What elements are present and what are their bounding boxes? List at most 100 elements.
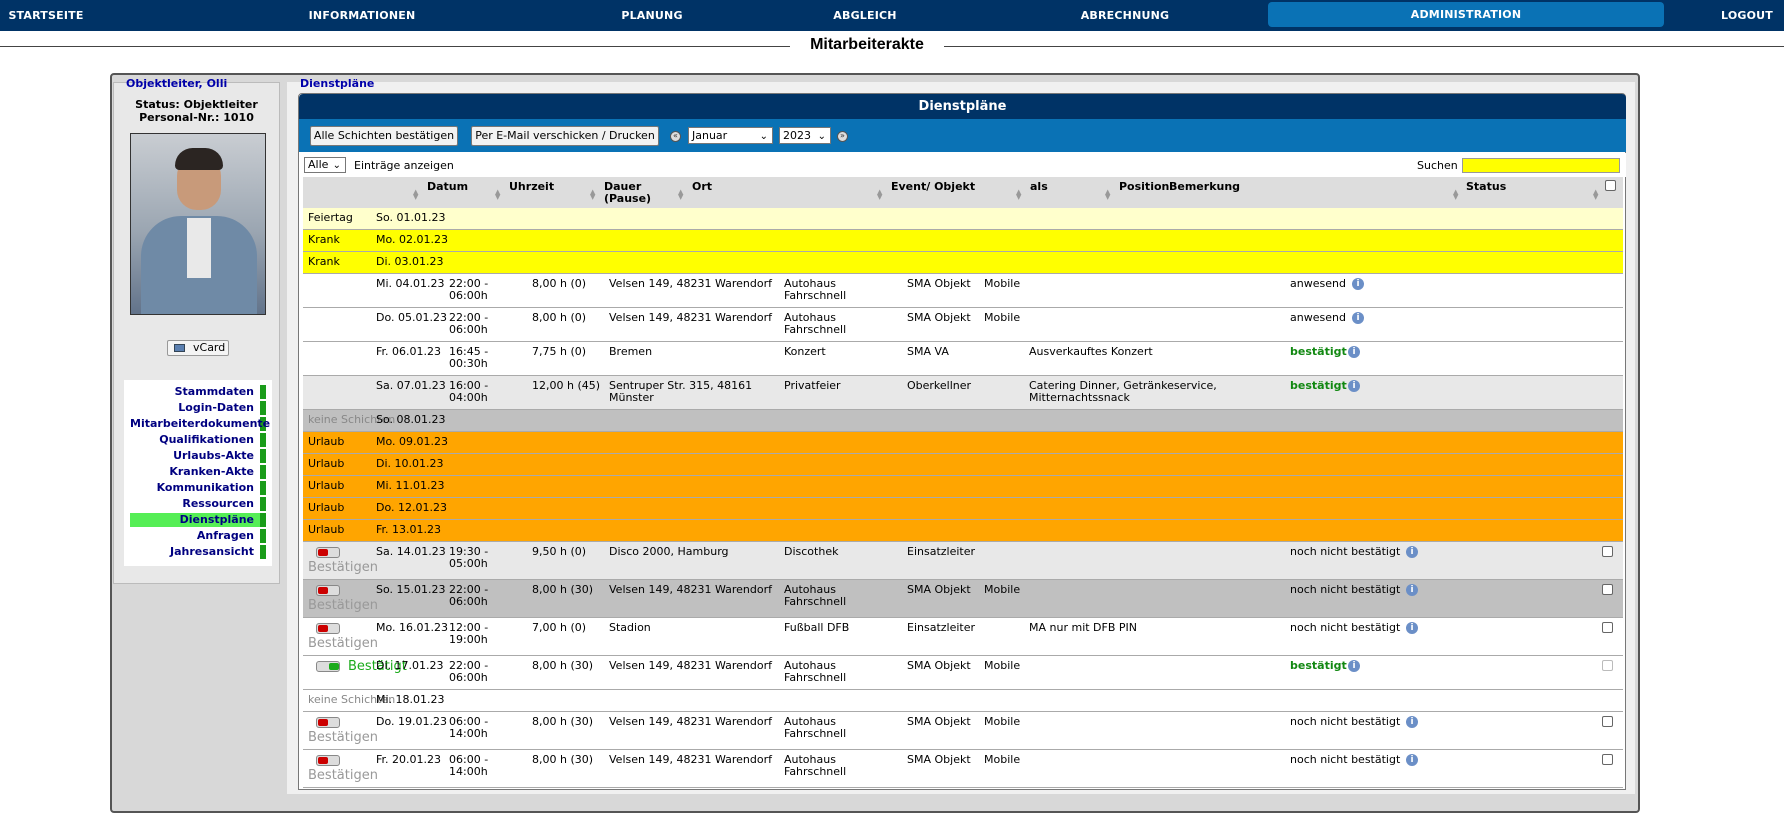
row-datum: So. 01.01.23 bbox=[376, 211, 446, 224]
row-dauer: 8,00 h (30) bbox=[532, 753, 594, 766]
row-datum: Fr. 13.01.23 bbox=[376, 523, 442, 536]
row-position: Mobile bbox=[984, 277, 1021, 290]
confirm-all-button[interactable]: Alle Schichten bestätigen bbox=[310, 126, 458, 146]
nav-abgleich[interactable]: ABGLEICH bbox=[820, 0, 910, 31]
prev-month-icon[interactable]: « bbox=[670, 131, 681, 142]
row-datum: Sa. 14.01.23 bbox=[376, 545, 446, 558]
nav-logout[interactable]: LOGOUT bbox=[1710, 0, 1784, 31]
row-ort: Stadion bbox=[609, 621, 651, 634]
row-uhrzeit: 00:30h bbox=[449, 357, 488, 370]
row-datum: So. 15.01.23 bbox=[376, 583, 446, 596]
vcard-button[interactable]: vCard bbox=[167, 340, 229, 356]
select-all-checkbox[interactable] bbox=[1605, 180, 1616, 191]
menu-stammdaten[interactable]: Stammdaten bbox=[130, 385, 266, 399]
table-row: Bestätigen Fr. 20.01.23 06:00 -14:00h 8,00 … bbox=[303, 750, 1623, 788]
menu-mitarbeiterdokumente[interactable]: Mitarbeiterdokumente bbox=[130, 417, 270, 431]
confirm-toggle[interactable] bbox=[316, 717, 340, 728]
col-status[interactable]: Status bbox=[1466, 181, 1506, 193]
row-checkbox[interactable] bbox=[1602, 622, 1613, 633]
row-datum: Mo. 02.01.23 bbox=[376, 233, 449, 246]
info-icon[interactable]: i bbox=[1348, 660, 1360, 672]
confirm-toggle[interactable] bbox=[316, 755, 340, 766]
menu-login-daten[interactable]: Login-Daten bbox=[130, 401, 266, 415]
info-icon[interactable]: i bbox=[1406, 546, 1418, 558]
confirm-toggle-label[interactable]: Bestätigen bbox=[308, 636, 378, 651]
info-icon[interactable]: i bbox=[1406, 716, 1418, 728]
col-position[interactable]: Position bbox=[1119, 181, 1169, 193]
nav-startseite[interactable]: STARTSEITE bbox=[0, 0, 92, 31]
col-ort[interactable]: Ort bbox=[692, 181, 712, 193]
row-uhrzeit: 19:00h bbox=[449, 633, 488, 646]
info-icon[interactable]: i bbox=[1406, 622, 1418, 634]
menu-kommunikation[interactable]: Kommunikation bbox=[130, 481, 266, 495]
confirm-toggle-label[interactable]: Bestätigen bbox=[308, 598, 378, 613]
col-event[interactable]: Event/ Objekt bbox=[891, 181, 975, 193]
vcard-icon bbox=[174, 344, 185, 352]
search-input[interactable] bbox=[1462, 158, 1620, 173]
confirm-toggle-label[interactable]: Bestätigen bbox=[308, 768, 378, 783]
row-datum: Fr. 20.01.23 bbox=[376, 753, 442, 766]
menu-ressourcen[interactable]: Ressourcen bbox=[130, 497, 266, 511]
row-checkbox[interactable] bbox=[1602, 660, 1613, 671]
col-bemerkung[interactable]: Bemerkung bbox=[1169, 181, 1240, 193]
row-uhrzeit: 06:00h bbox=[449, 289, 488, 302]
page-header: Mitarbeiterakte bbox=[0, 31, 1784, 61]
next-month-icon[interactable]: » bbox=[837, 131, 848, 142]
row-checkbox[interactable] bbox=[1602, 716, 1613, 727]
confirm-toggle-label[interactable]: Bestätigen bbox=[308, 560, 378, 575]
confirm-toggle[interactable] bbox=[316, 623, 340, 634]
col-dauer[interactable]: Dauer (Pause) bbox=[604, 181, 651, 205]
col-uhrzeit[interactable]: Uhrzeit bbox=[509, 181, 554, 193]
table-row: Urlaub Di. 10.01.23 bbox=[303, 454, 1623, 476]
col-datum[interactable]: Datum bbox=[427, 181, 468, 193]
row-status: anwesend bbox=[1290, 277, 1346, 290]
confirm-toggle-label[interactable]: Bestätigen bbox=[308, 730, 378, 745]
year-select[interactable]: 2023 ⌄ bbox=[779, 127, 831, 144]
info-icon[interactable]: i bbox=[1348, 346, 1360, 358]
row-ort: Münster bbox=[609, 391, 654, 404]
info-icon[interactable]: i bbox=[1348, 380, 1360, 392]
sort-icon: ▲ ▼ bbox=[1453, 188, 1459, 201]
nav-administration[interactable]: ADMINISTRATION bbox=[1268, 2, 1664, 27]
row-checkbox[interactable] bbox=[1602, 546, 1613, 557]
breadcrumb[interactable]: Dienstpläne bbox=[300, 77, 374, 90]
row-checkbox[interactable] bbox=[1602, 754, 1613, 765]
toggle-knob bbox=[318, 757, 328, 764]
entries-select[interactable]: Alle ⌄ bbox=[304, 157, 346, 173]
row-als: SMA Objekt bbox=[907, 277, 971, 290]
info-icon[interactable]: i bbox=[1352, 312, 1364, 324]
row-datum: Mi. 11.01.23 bbox=[376, 479, 445, 492]
row-type-label: Krank bbox=[308, 255, 340, 268]
confirm-toggle[interactable] bbox=[316, 547, 340, 558]
sort-icon: ▲ ▼ bbox=[413, 188, 419, 201]
row-event: Fahrschnell bbox=[784, 765, 847, 778]
page-title: Mitarbeiterakte bbox=[810, 36, 924, 53]
sort-icon: ▲ ▼ bbox=[590, 188, 596, 201]
email-print-button[interactable]: Per E-Mail verschicken / Drucken bbox=[471, 126, 659, 146]
nav-planung[interactable]: PLANUNG bbox=[600, 0, 704, 31]
menu-kranken-akte[interactable]: Kranken-Akte bbox=[130, 465, 266, 479]
info-icon[interactable]: i bbox=[1406, 584, 1418, 596]
row-position: Mobile bbox=[984, 659, 1021, 672]
year-value: 2023 bbox=[783, 129, 811, 142]
menu-jahresansicht[interactable]: Jahresansicht bbox=[130, 545, 266, 559]
nav-informationen[interactable]: INFORMATIONEN bbox=[300, 0, 424, 31]
menu-urlaubs-akte[interactable]: Urlaubs-Akte bbox=[130, 449, 266, 463]
row-checkbox[interactable] bbox=[1602, 584, 1613, 595]
info-icon[interactable]: i bbox=[1352, 278, 1364, 290]
confirm-toggle[interactable] bbox=[316, 585, 340, 596]
col-als[interactable]: als bbox=[1030, 181, 1048, 193]
row-datum: Do. 19.01.23 bbox=[376, 715, 447, 728]
confirm-toggle[interactable] bbox=[316, 661, 340, 672]
menu-qualifikationen[interactable]: Qualifikationen bbox=[130, 433, 266, 447]
row-dauer: 8,00 h (30) bbox=[532, 715, 594, 728]
row-status: bestätigt bbox=[1290, 379, 1347, 392]
info-icon[interactable]: i bbox=[1406, 754, 1418, 766]
row-uhrzeit: 06:00h bbox=[449, 671, 488, 684]
nav-abrechnung[interactable]: ABRECHNUNG bbox=[1070, 0, 1180, 31]
month-select[interactable]: Januar ⌄ bbox=[688, 127, 773, 144]
menu-dienstplaene[interactable]: Dienstpläne bbox=[130, 513, 266, 527]
menu-anfragen[interactable]: Anfragen bbox=[130, 529, 266, 543]
row-status: noch nicht bestätigt bbox=[1290, 583, 1401, 596]
row-ort: Velsen 149, 48231 Warendorf bbox=[609, 659, 772, 672]
